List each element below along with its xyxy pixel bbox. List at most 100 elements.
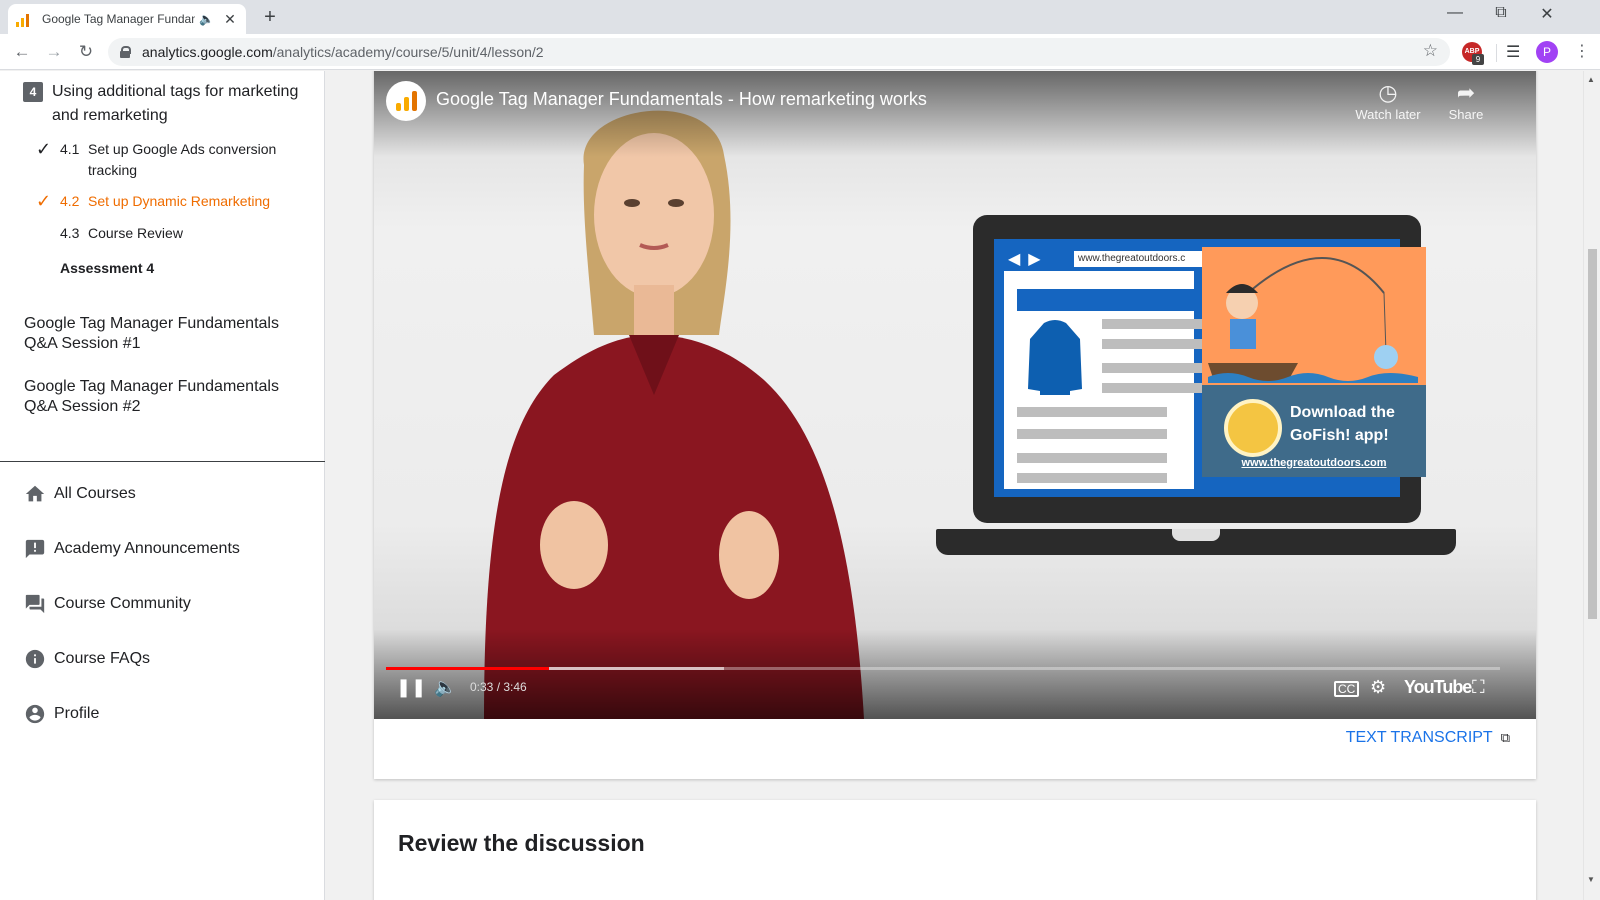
pause-icon[interactable]: ❚❚: [396, 677, 426, 698]
browser-tab-strip: Google Tag Manager Fundam 🔈 ✕ + — ⧉ ✕: [0, 0, 1600, 34]
mini-text-line: [1102, 319, 1202, 329]
video-time: 0:33 / 3:46: [470, 680, 527, 694]
nav-label: Course Community: [54, 595, 191, 612]
window-close-icon[interactable]: ✕: [1524, 4, 1570, 24]
browser-tab[interactable]: Google Tag Manager Fundam 🔈 ✕: [8, 4, 246, 34]
clock-icon: ◷: [1378, 80, 1398, 105]
scroll-down-arrow-icon[interactable]: ▼: [1587, 875, 1595, 884]
address-bar[interactable]: analytics.google.com/analytics/academy/c…: [108, 38, 1450, 66]
mini-text-line: [1017, 453, 1167, 463]
tab-audio-icon[interactable]: 🔈: [199, 12, 214, 26]
fullscreen-icon[interactable]: ⛶: [1472, 677, 1485, 698]
mini-url-bar: www.thegreatoutdoors.c: [1074, 251, 1204, 267]
watch-later-button[interactable]: ◷ Watch later: [1348, 79, 1428, 122]
lesson-label: Set up Google Ads conversion tracking: [88, 141, 277, 178]
nav-academy-announcements[interactable]: Academy Announcements: [24, 538, 240, 560]
nav-label: Profile: [54, 705, 100, 722]
played-bar: [386, 667, 549, 670]
laptop-notch: [1172, 529, 1220, 541]
qa-session-1-link[interactable]: Google Tag Manager Fundamentals Q&A Sess…: [24, 314, 304, 354]
browser-menu-icon[interactable]: ⋮: [1574, 41, 1590, 61]
discussion-card: Review the discussion: [374, 800, 1536, 900]
qa-session-2-link[interactable]: Google Tag Manager Fundamentals Q&A Sess…: [24, 377, 304, 417]
text-transcript-link[interactable]: TEXT TRANSCRIPT ⧉: [1346, 729, 1510, 747]
back-arrow-icon[interactable]: ←: [10, 40, 34, 64]
nav-all-courses[interactable]: All Courses: [24, 483, 136, 505]
sidebar-divider: [0, 461, 325, 462]
open-in-new-icon: ⧉: [1500, 730, 1510, 745]
account-circle-icon: [25, 704, 45, 724]
page-scrollbar[interactable]: ▲ ▼: [1583, 71, 1600, 900]
video-progress-bar[interactable]: [386, 667, 1500, 670]
checkmark-icon: ✓: [36, 191, 52, 211]
fisherman-illustration: [1208, 257, 1418, 383]
ad-headline: Download the GoFish! app!: [1290, 404, 1395, 444]
share-arrow-icon: ➦: [1456, 80, 1476, 105]
transcript-label: TEXT TRANSCRIPT: [1345, 729, 1493, 746]
forum-icon: [25, 594, 45, 614]
profile-avatar[interactable]: P: [1536, 41, 1558, 63]
checkmark-icon: ✓: [36, 139, 52, 159]
tab-title: Google Tag Manager Fundam: [42, 12, 196, 26]
toolbar-divider: [1496, 44, 1497, 62]
lock-icon[interactable]: [120, 46, 131, 58]
scrollbar-thumb[interactable]: [1588, 249, 1597, 619]
volume-icon[interactable]: 🔈: [434, 677, 456, 698]
video-bottom-gradient: [374, 629, 1536, 719]
youtube-logo[interactable]: YouTube: [1404, 677, 1472, 698]
unit-title[interactable]: Using additional tags for marketing and …: [52, 80, 302, 128]
settings-gear-icon[interactable]: ⚙: [1370, 677, 1386, 698]
mini-page-banner: [1017, 289, 1207, 311]
jacket-icon: [1028, 320, 1082, 395]
forward-arrow-icon[interactable]: →: [42, 40, 66, 64]
url-path: /analytics/academy/course/5/unit/4/lesso…: [272, 44, 544, 60]
extension-badge: 9: [1472, 54, 1484, 65]
gofish-logo-icon: [1224, 399, 1282, 457]
share-button[interactable]: ➦ Share: [1426, 79, 1506, 122]
lesson-number: 4.2: [60, 193, 80, 209]
mini-browser-arrows: ◀▶: [1008, 251, 1049, 268]
home-icon: [25, 485, 45, 502]
mini-text-line: [1102, 383, 1202, 393]
lesson-number: 4.3: [60, 225, 80, 241]
main-content: ◀▶ www.thegreatoutdoors.c Download the G…: [325, 71, 1575, 900]
new-tab-button[interactable]: +: [258, 6, 282, 29]
video-player[interactable]: ◀▶ www.thegreatoutdoors.c Download the G…: [374, 71, 1536, 719]
watch-later-label: Watch later: [1355, 107, 1421, 122]
lesson-number: 4.1: [60, 141, 80, 157]
mini-text-line: [1017, 473, 1167, 483]
nav-label: Academy Announcements: [54, 540, 240, 557]
tab-close-icon[interactable]: ✕: [222, 11, 238, 28]
nav-label: Course FAQs: [54, 650, 151, 667]
url-host: analytics.google.com: [142, 44, 273, 60]
nav-course-community[interactable]: Course Community: [24, 593, 191, 615]
nav-profile[interactable]: Profile: [24, 703, 99, 725]
lesson-label: Set up Dynamic Remarketing: [88, 193, 271, 209]
mini-text-line: [1102, 363, 1202, 373]
discussion-heading: Review the discussion: [398, 830, 645, 856]
mini-text-line: [1102, 339, 1202, 349]
nav-label: All Courses: [54, 485, 136, 502]
reload-icon[interactable]: ↻: [74, 40, 98, 64]
presenter-image: [484, 110, 864, 719]
channel-logo-icon[interactable]: [386, 81, 426, 121]
media-queue-icon[interactable]: ☰: [1506, 42, 1520, 62]
mini-text-line: [1017, 407, 1167, 417]
scroll-up-arrow-icon[interactable]: ▲: [1587, 75, 1595, 84]
ad-url: www.thegreatoutdoors.com: [1241, 457, 1387, 469]
share-label: Share: [1448, 107, 1484, 122]
assessment-link[interactable]: Assessment 4: [60, 260, 154, 276]
restore-icon[interactable]: ⧉: [1478, 4, 1524, 22]
nav-course-faqs[interactable]: Course FAQs: [24, 648, 150, 670]
announcement-icon: [25, 539, 45, 559]
bookmark-star-icon[interactable]: ☆: [1423, 41, 1438, 61]
unit-number-badge: 4: [23, 82, 43, 102]
browser-toolbar: ← → ↻ analytics.google.com/analytics/aca…: [0, 34, 1600, 70]
info-icon: [25, 649, 45, 669]
mini-text-line: [1017, 429, 1167, 439]
captions-icon[interactable]: CC: [1334, 681, 1360, 697]
minimize-icon[interactable]: —: [1432, 4, 1478, 22]
lesson-label: Course Review: [88, 225, 183, 241]
video-title[interactable]: Google Tag Manager Fundamentals - How re…: [436, 89, 927, 110]
course-sidebar: 4 Using additional tags for marketing an…: [0, 71, 325, 900]
